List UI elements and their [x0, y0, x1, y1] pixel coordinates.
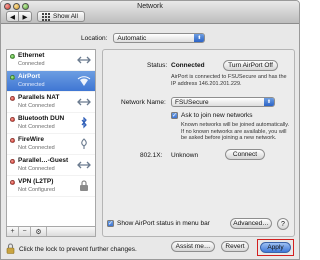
status-dot-icon — [10, 159, 15, 164]
service-list-controls: + − ⚙ — [6, 227, 96, 237]
vpn-icon — [77, 180, 91, 192]
status-dot-icon — [10, 75, 15, 80]
show-all-button[interactable]: Show All — [37, 11, 85, 22]
show-status-label: Show AirPort status in menu bar — [117, 220, 210, 227]
service-name: FireWire — [18, 136, 44, 143]
popup-arrows-icon: ⬍ — [194, 34, 205, 42]
forward-button[interactable]: ▶ — [19, 11, 32, 22]
service-name: Ethernet — [18, 52, 45, 59]
lock-row: Click the lock to prevent further change… — [6, 243, 137, 256]
revert-button[interactable]: Revert — [221, 241, 249, 252]
bluetooth-icon — [77, 117, 91, 129]
service-name: Parallel…-Guest — [18, 157, 69, 164]
lock-icon[interactable] — [6, 243, 15, 256]
ethernet-icon — [77, 96, 91, 108]
airport-detail-panel: Status: Connected Turn AirPort Off AirPo… — [102, 49, 295, 237]
network-name-label: Network Name: — [121, 99, 166, 106]
apply-button[interactable]: Apply — [260, 242, 291, 253]
lock-text: Click the lock to prevent further change… — [19, 246, 137, 253]
turn-airport-off-button[interactable]: Turn AirPort Off — [223, 60, 278, 71]
location-row: Location: Automatic ⬍ — [81, 33, 206, 43]
title-bar: Network ◀ ▶ Show All — [1, 1, 299, 24]
service-status: Not Connected — [18, 103, 55, 109]
ethernet-icon — [77, 54, 91, 66]
ask-join-label: Ask to join new networks — [181, 112, 253, 119]
service-item-parallels-guest[interactable]: Parallel…-Guest Not Connected — [7, 155, 95, 176]
service-item-bluetooth-dun[interactable]: Bluetooth DUN Not Connected — [7, 113, 95, 134]
add-service-button[interactable]: + — [7, 227, 19, 236]
status-description: AirPort is connected to FSUSecure and ha… — [171, 74, 287, 87]
ask-join-checkbox[interactable]: ✓ — [171, 112, 178, 119]
ask-join-row: ✓ Ask to join new networks — [171, 112, 253, 119]
network-name-popup[interactable]: FSUSecure ⬍ — [171, 97, 275, 107]
service-item-airport[interactable]: AirPort Connected — [7, 71, 95, 92]
service-name: Bluetooth DUN — [18, 115, 65, 122]
remove-service-button[interactable]: − — [19, 227, 31, 236]
service-name: VPN (L2TP) — [18, 178, 54, 185]
service-name: Parallels NAT — [18, 94, 60, 101]
location-label: Location: — [81, 34, 108, 42]
wifi-icon — [77, 75, 91, 87]
status-dot-icon — [10, 138, 15, 143]
advanced-button[interactable]: Advanced… — [230, 218, 272, 229]
assist-me-button[interactable]: Assist me… — [171, 241, 215, 252]
service-name: AirPort — [18, 73, 41, 80]
help-button[interactable]: ? — [277, 218, 289, 230]
back-button[interactable]: ◀ — [6, 11, 19, 22]
window-title: Network — [137, 3, 163, 10]
service-status: Not Connected — [18, 124, 55, 130]
firewire-icon — [77, 138, 91, 150]
location-value: Automatic — [117, 34, 147, 42]
x8021-label: 802.1X: — [140, 152, 163, 159]
status-dot-icon — [10, 180, 15, 185]
show-status-checkbox[interactable]: ✓ — [107, 220, 114, 227]
x8021-value: Unknown — [171, 152, 199, 159]
popup-arrows-icon: ⬍ — [264, 98, 274, 106]
service-status: Not Configured — [18, 187, 55, 193]
ethernet-icon — [77, 159, 91, 171]
service-item-firewire[interactable]: FireWire Not Connected — [7, 134, 95, 155]
network-preferences-window: Network ◀ ▶ Show All Location: Automatic… — [0, 0, 300, 260]
status-dot-icon — [10, 96, 15, 101]
connect-button[interactable]: Connect — [225, 149, 265, 160]
service-status: Not Connected — [18, 166, 55, 172]
status-value: Connected — [171, 62, 205, 69]
show-status-row: ✓ Show AirPort status in menu bar — [107, 220, 210, 227]
status-label: Status: — [147, 62, 168, 69]
grid-icon — [42, 12, 50, 21]
service-item-parallels-nat[interactable]: Parallels NAT Not Connected — [7, 92, 95, 113]
service-status: Not Connected — [18, 145, 55, 151]
ask-join-description: Known networks will be joined automatica… — [181, 122, 290, 141]
network-name-value: FSUSecure — [175, 98, 209, 106]
service-status: Connected — [18, 61, 45, 67]
show-all-label: Show All — [53, 13, 78, 20]
service-item-vpn-l2tp[interactable]: VPN (L2TP) Not Configured — [7, 176, 95, 197]
status-dot-icon — [10, 117, 15, 122]
location-popup[interactable]: Automatic ⬍ — [113, 33, 206, 43]
service-list: Ethernet Connected AirPort Connected Par… — [6, 49, 96, 227]
status-dot-icon — [10, 54, 15, 59]
service-status: Connected — [18, 82, 45, 88]
service-item-ethernet[interactable]: Ethernet Connected — [7, 50, 95, 71]
gear-icon[interactable]: ⚙ — [31, 227, 47, 236]
